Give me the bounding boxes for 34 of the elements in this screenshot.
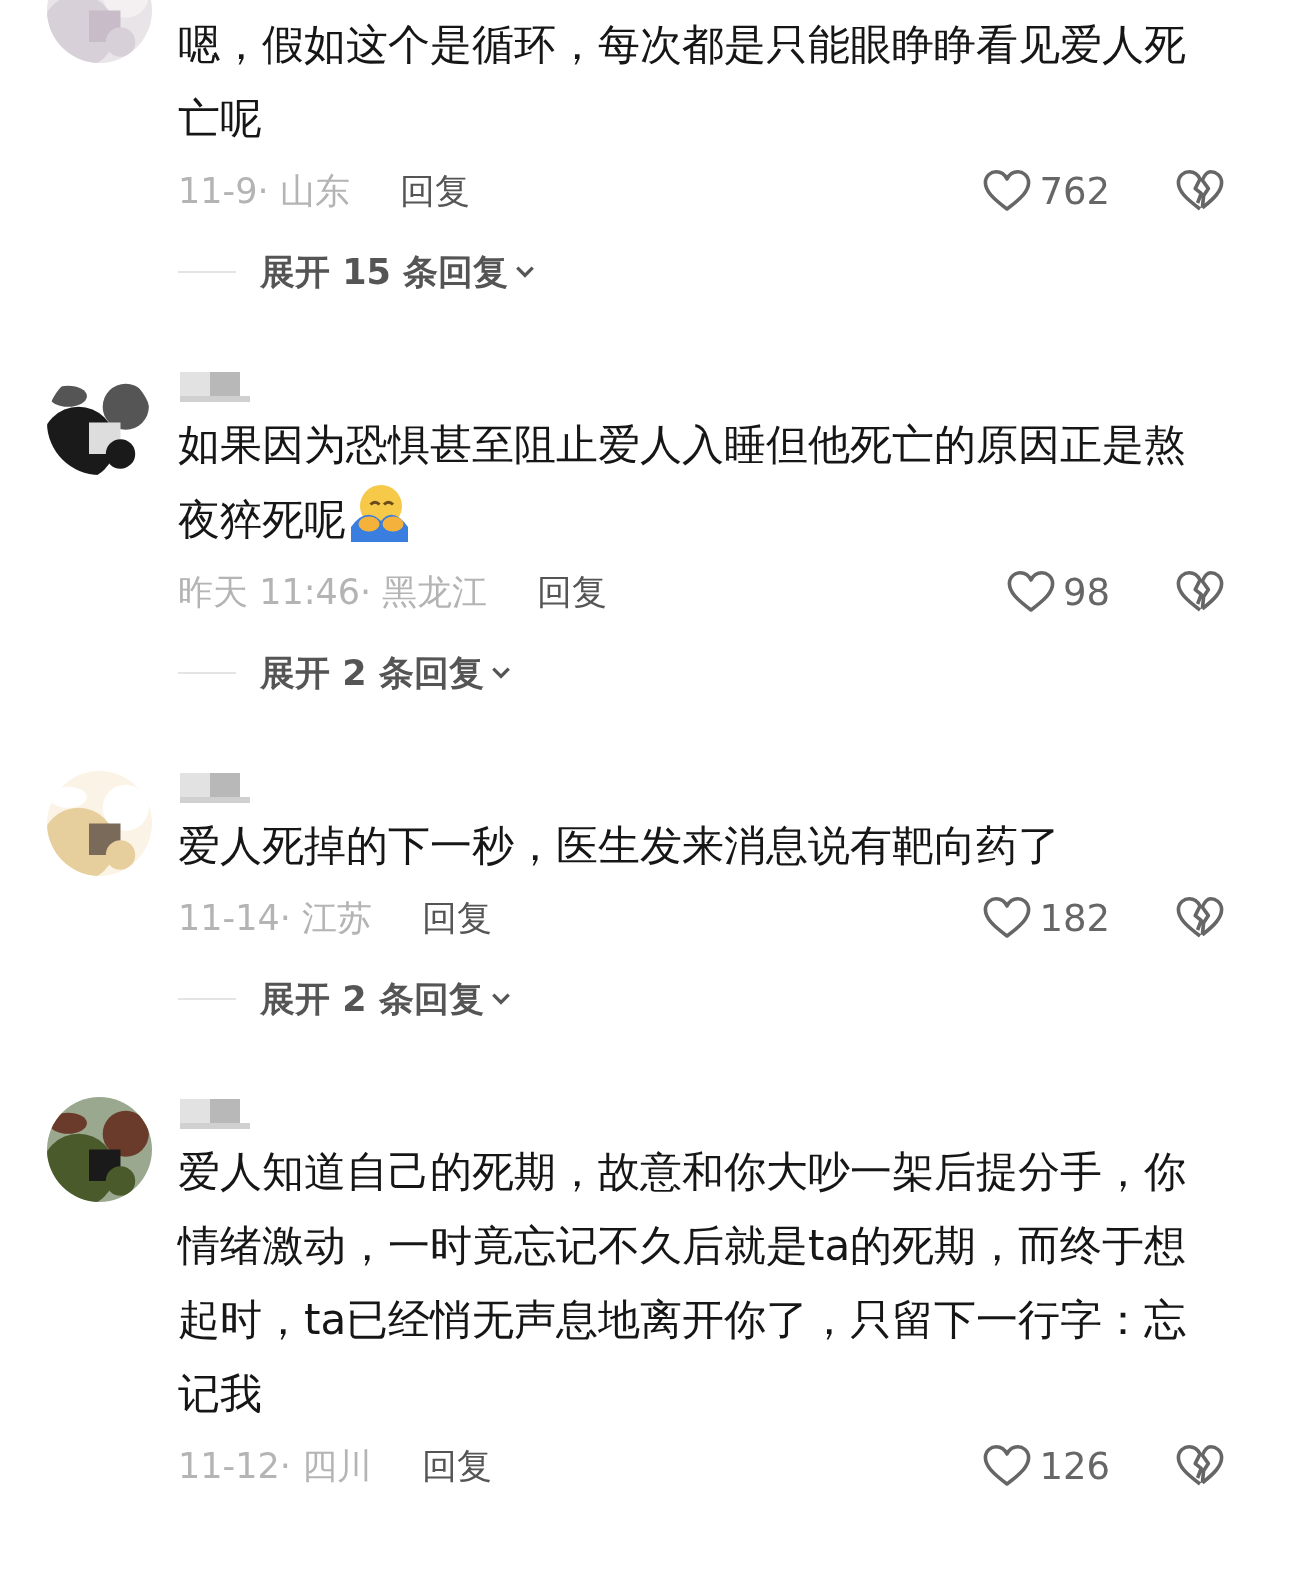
like-button[interactable]: 762 (983, 169, 1110, 213)
comment-date-location: 11-12· 四川 (178, 1444, 372, 1488)
comment-date-location: 11-9· 山东 (178, 169, 350, 213)
heart-icon (983, 169, 1032, 213)
comment-date-location: 11-14· 江苏 (178, 896, 372, 940)
dislike-button[interactable] (1176, 1444, 1224, 1488)
heart-icon (983, 896, 1032, 940)
broken-heart-icon (1176, 169, 1224, 213)
dislike-button[interactable] (1176, 570, 1224, 614)
comment-text: 嗯，假如这个是循环，每次都是只能眼睁睁看见爱人死亡呢 (178, 19, 1187, 145)
expand-replies-button[interactable]: 展开 2 条回复 (260, 649, 512, 697)
like-button[interactable]: 126 (983, 1444, 1110, 1488)
broken-heart-icon (1176, 1444, 1224, 1488)
reply-button[interactable]: 回复 (537, 568, 608, 616)
dislike-button[interactable] (1176, 169, 1224, 213)
broken-heart-icon (1176, 570, 1224, 614)
chevron-down-icon (489, 665, 512, 681)
broken-heart-icon (1176, 896, 1224, 940)
chevron-down-icon (489, 991, 512, 1007)
expand-replies-button[interactable]: 展开 15 条回复 (260, 248, 537, 296)
like-button[interactable]: 182 (983, 896, 1110, 940)
comment-date-location: 昨天 11:46· 黑龙江 (178, 570, 488, 614)
like-button[interactable]: 98 (1006, 570, 1110, 614)
heart-icon (1006, 570, 1055, 614)
comment-text: 爱人知道自己的死期，故意和你大吵一架后提分手，你情绪激动，一时竟忘记不久后就是ta的死期，而终于想起时，ta已经悄无声息地离开你了，只留下一行字：忘记我 (178, 1146, 1188, 1420)
reply-button[interactable]: 回复 (421, 894, 492, 942)
heart-icon (983, 1444, 1032, 1488)
chevron-down-icon (514, 264, 537, 280)
comment-text: 爱人死掉的下一秒，医生发来消息说有靶向药了 (178, 820, 1061, 872)
reply-button[interactable]: 回复 (421, 1442, 492, 1490)
expand-replies-button[interactable]: 展开 2 条回复 (260, 975, 512, 1023)
reply-button[interactable]: 回复 (399, 167, 470, 215)
comment-text: 如果因为恐惧甚至阻止爱人入睡但他死亡的原因正是熬夜猝死呢 (178, 419, 1187, 546)
dislike-button[interactable] (1176, 896, 1224, 940)
